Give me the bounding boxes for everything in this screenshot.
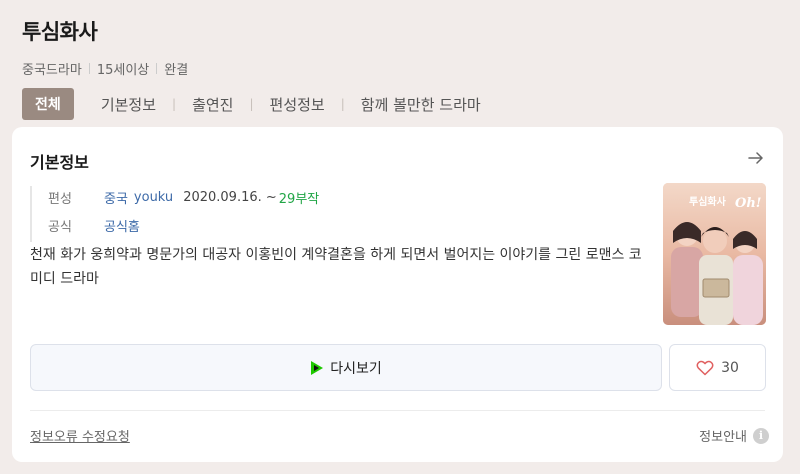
broadcast-row: 편성 중국 youku 2020.09.16. ~ 29부작 xyxy=(48,186,319,208)
broadcast-channel-link[interactable]: youku xyxy=(134,190,173,205)
rewatch-button[interactable]: 다시보기 xyxy=(30,344,662,391)
info-guide-button[interactable]: 정보안내 i xyxy=(699,426,769,445)
tab-basic-info[interactable]: 기본정보 xyxy=(101,94,156,115)
meta-genre: 중국드라마 xyxy=(22,63,82,78)
description: 천재 화가 웅희약과 명문가의 대공자 이홍빈이 계약결혼을 하게 되면서 벌어… xyxy=(30,247,642,287)
tab-recommended[interactable]: 함께 볼만한 드라마 xyxy=(361,94,481,115)
info-icon: i xyxy=(753,427,769,444)
tab-bar: 전체 | 기본정보 | 출연진 | 편성정보 | 함께 볼만한 드라마 xyxy=(22,88,778,120)
poster-illustration: 투심화사 Oh! xyxy=(663,183,766,325)
official-home-link[interactable]: 공식홈 xyxy=(104,216,140,235)
meta-status: 완결 xyxy=(164,63,189,78)
like-button[interactable]: 30 xyxy=(669,344,766,391)
page-header: 투심화사 중국드라마 15세이상 완결 전체 | 기본정보 | 출연진 | 편성… xyxy=(22,16,778,120)
meta-rating: 15세이상 xyxy=(96,63,150,78)
tab-schedule[interactable]: 편성정보 xyxy=(270,94,325,115)
info-list: 편성 중국 youku 2020.09.16. ~ 29부작 공식 공식홈 xyxy=(30,186,319,242)
meta-info: 중국드라마 15세이상 완결 xyxy=(22,59,778,78)
poster-title: 투심화사 xyxy=(689,195,727,208)
basic-info-card: 기본정보 편성 중국 youku 2020.09.16. ~ 29부작 공식 공… xyxy=(12,127,783,462)
rewatch-label: 다시보기 xyxy=(330,360,382,377)
tab-cast[interactable]: 출연진 xyxy=(192,94,233,115)
tab-divider: | xyxy=(340,97,345,111)
arrow-right-icon[interactable] xyxy=(747,149,765,167)
heart-icon xyxy=(696,360,714,375)
poster-image[interactable]: 투심화사 Oh! xyxy=(663,183,766,325)
official-row: 공식 공식홈 xyxy=(48,214,319,236)
broadcast-country-link[interactable]: 중국 xyxy=(104,188,128,207)
tab-all[interactable]: 전체 xyxy=(22,88,74,120)
divider xyxy=(30,410,765,411)
meta-divider xyxy=(156,63,158,74)
play-icon xyxy=(311,360,324,375)
meta-divider xyxy=(88,63,90,74)
tab-divider: | xyxy=(172,97,177,111)
episode-count: 29부작 xyxy=(278,191,320,207)
page-title: 투심화사 xyxy=(22,20,98,44)
like-count: 30 xyxy=(721,359,739,376)
poster-logo: Oh! xyxy=(735,196,761,211)
report-error-link[interactable]: 정보오류 수정요청 xyxy=(30,426,130,445)
official-label: 공식 xyxy=(48,219,72,235)
info-guide-label: 정보안내 xyxy=(699,430,747,445)
broadcast-date: 2020.09.16. ~ xyxy=(183,189,277,205)
tab-divider: | xyxy=(249,97,254,111)
broadcast-label: 편성 xyxy=(48,191,72,207)
card-title: 기본정보 xyxy=(30,153,89,172)
